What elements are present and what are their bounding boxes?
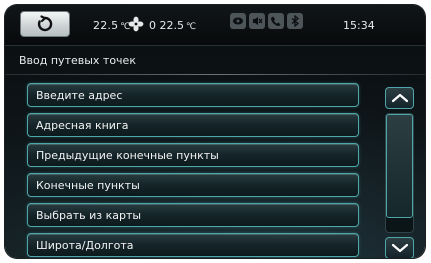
menu-item-lat-long[interactable]: Широта/Долгота: [27, 233, 359, 257]
chevron-up-icon: [391, 93, 408, 103]
status-icons: [230, 13, 303, 29]
menu-item-label: Выбрать из карты: [36, 209, 142, 222]
scrollbar-thumb[interactable]: [386, 114, 413, 218]
menu-item-label: Конечные пункты: [36, 179, 140, 192]
navigation-screen: 22.5 ℃ 0 22.5 ℃ 15:34 Ввод путевых точек…: [5, 5, 425, 258]
menu-item-label: Широта/Долгота: [36, 239, 134, 252]
passenger-temp-unit: ℃: [186, 22, 197, 32]
menu-item-label: Предыдущие конечные пункты: [36, 149, 219, 162]
driver-temp-value: 22.5: [93, 19, 119, 32]
status-bar: 22.5 ℃ 0 22.5 ℃ 15:34: [5, 5, 425, 46]
fan-icon: [128, 16, 144, 32]
menu-item-label: Адресная книга: [36, 119, 129, 132]
scroll-down-button[interactable]: [385, 237, 414, 258]
back-button[interactable]: [20, 11, 70, 37]
clock: 15:34: [343, 19, 375, 32]
passenger-temperature: 0 22.5 ℃: [149, 19, 196, 32]
menu-item-address-book[interactable]: Адресная книга: [27, 113, 359, 137]
mute-icon: [249, 13, 265, 29]
title-divider: [5, 74, 425, 75]
chevron-down-icon: [391, 243, 408, 253]
scrollbar-track[interactable]: [385, 113, 414, 233]
menu-item-enter-address[interactable]: Введите адрес: [27, 83, 359, 107]
scroll-up-button[interactable]: [385, 87, 414, 109]
passenger-temp-value: 22.5: [159, 19, 185, 32]
page-title: Ввод путевых точек: [19, 54, 136, 67]
menu-item-label: Введите адрес: [36, 89, 123, 102]
menu-item-destinations[interactable]: Конечные пункты: [27, 173, 359, 197]
phone-icon: [268, 13, 284, 29]
menu-item-previous-destinations[interactable]: Предыдущие конечные пункты: [27, 143, 359, 167]
media-icon: [230, 13, 246, 29]
fan-level-value: 0: [149, 19, 156, 32]
back-arrow-icon: [37, 15, 53, 32]
bluetooth-icon: [287, 13, 303, 29]
menu-item-select-from-map[interactable]: Выбрать из карты: [27, 203, 359, 227]
destination-menu: Введите адрес Адресная книга Предыдущие …: [27, 83, 359, 258]
driver-temperature: 22.5 ℃: [93, 19, 131, 32]
